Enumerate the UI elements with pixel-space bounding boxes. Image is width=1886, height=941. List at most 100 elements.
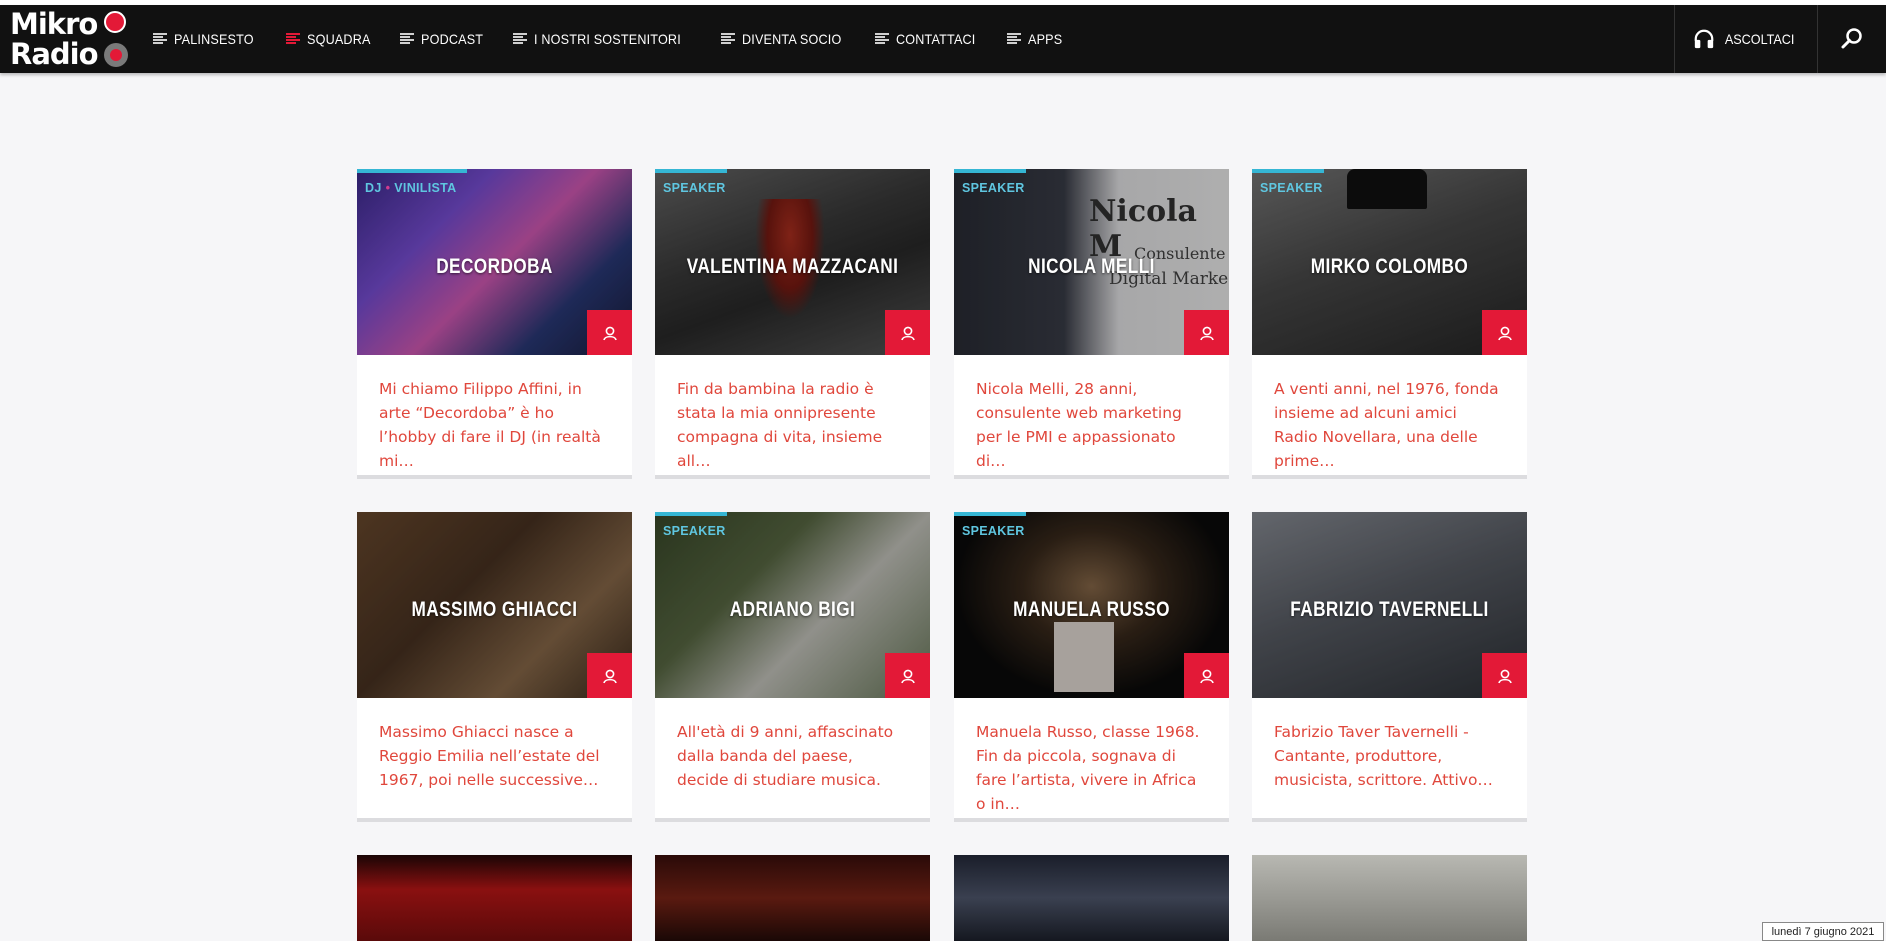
- menu-lines-icon: [513, 33, 528, 45]
- headphones-icon: [1695, 29, 1714, 49]
- tag-bar: [655, 512, 727, 516]
- menu-item-label: PALINSESTO: [174, 31, 254, 47]
- menu-item-label: I NOSTRI SOSTENITORI: [534, 31, 682, 47]
- profile-button[interactable]: [1482, 310, 1527, 355]
- card-photo[interactable]: FABRIZIO TAVERNELLI: [1252, 512, 1527, 698]
- profile-button[interactable]: [587, 653, 632, 698]
- team-card[interactable]: Nicola M Consulente Digital Marke SPEAKE…: [954, 169, 1229, 479]
- card-title[interactable]: FABRIZIO TAVERNELLI: [1277, 598, 1503, 622]
- team-card[interactable]: DJ • VINILISTA DECORDOBA Mi chiamo Filippo…: [357, 169, 632, 479]
- menu-lines-icon: [285, 33, 300, 45]
- record-icon: [104, 43, 128, 67]
- card-excerpt[interactable]: A venti anni, nel 1976, fonda insieme ad…: [1252, 355, 1527, 475]
- menu-item-squadra[interactable]: SQUADRA: [285, 31, 378, 47]
- profile-button[interactable]: [1184, 653, 1229, 698]
- microphone-icon: [104, 11, 126, 33]
- card-excerpt[interactable]: Fin da bambina la radio è stata la mia o…: [655, 355, 930, 475]
- card-photo[interactable]: [655, 855, 930, 941]
- card-title[interactable]: MANUELA RUSSO: [979, 598, 1205, 622]
- card-category[interactable]: SPEAKER: [962, 181, 1025, 195]
- menu-lines-icon: [1007, 33, 1022, 45]
- user-icon: [602, 326, 617, 340]
- team-card[interactable]: [954, 855, 1229, 941]
- team-card[interactable]: [1252, 855, 1527, 941]
- date-display: lunedì 7 giugno 2021: [1762, 922, 1884, 941]
- listen-label: ASCOLTACI: [1725, 31, 1795, 47]
- card-excerpt[interactable]: Massimo Ghiacci nasce a Reggio Emilia ne…: [357, 698, 632, 818]
- profile-button[interactable]: [1482, 653, 1527, 698]
- card-photo[interactable]: MASSIMO GHIACCI: [357, 512, 632, 698]
- logo-text-top: Mikro: [10, 7, 98, 41]
- card-photo[interactable]: Nicola M Consulente Digital Marke SPEAKE…: [954, 169, 1229, 355]
- user-icon: [1497, 669, 1512, 683]
- tag-bar: [357, 169, 467, 173]
- card-photo[interactable]: [954, 855, 1229, 941]
- team-card[interactable]: MASSIMO GHIACCI Massimo Ghiacci nasce a …: [357, 512, 632, 822]
- card-excerpt[interactable]: Manuela Russo, classe 1968. Fin da picco…: [954, 698, 1229, 818]
- card-title[interactable]: MIRKO COLOMBO: [1277, 255, 1503, 279]
- team-card[interactable]: SPEAKER ADRIANO BIGI All'età di 9 anni, …: [655, 512, 930, 822]
- menu-item-podcast[interactable]: PODCAST: [400, 31, 490, 47]
- card-title[interactable]: ADRIANO BIGI: [680, 598, 906, 622]
- card-category[interactable]: SPEAKER: [962, 524, 1025, 538]
- profile-button[interactable]: [1184, 310, 1229, 355]
- team-card[interactable]: [357, 855, 632, 941]
- card-excerpt[interactable]: Mi chiamo Filippo Affini, in arte “Decor…: [357, 355, 632, 475]
- card-photo[interactable]: SPEAKER ADRIANO BIGI: [655, 512, 930, 698]
- menu-item-palinsesto[interactable]: PALINSESTO: [153, 31, 263, 47]
- card-title[interactable]: VALENTINA MAZZACANI: [680, 255, 906, 279]
- tag-bar: [655, 169, 727, 173]
- card-photo[interactable]: [1252, 855, 1527, 941]
- user-icon: [1199, 326, 1214, 340]
- user-icon: [1199, 669, 1214, 683]
- menu-lines-icon: [400, 33, 415, 45]
- card-photo[interactable]: [357, 855, 632, 941]
- card-photo[interactable]: SPEAKER VALENTINA MAZZACANI: [655, 169, 930, 355]
- listen-button[interactable]: ASCOLTACI: [1674, 5, 1818, 73]
- card-category[interactable]: SPEAKER: [663, 524, 726, 538]
- team-card[interactable]: SPEAKER MANUELA RUSSO Manuela Russo, cla…: [954, 512, 1229, 822]
- tag-bar: [1252, 169, 1324, 173]
- card-category[interactable]: SPEAKER: [663, 181, 726, 195]
- profile-button[interactable]: [885, 310, 930, 355]
- menu-item-diventa-socio[interactable]: DIVENTA SOCIO: [720, 31, 852, 47]
- menu-lines-icon: [875, 33, 890, 45]
- menu-item-contattaci[interactable]: CONTATTACI: [875, 31, 984, 47]
- logo-text-bottom: Radio: [10, 37, 99, 71]
- main-navbar: Mikro Radio PALINSESTO SQUADRA PODCAST I…: [0, 5, 1886, 73]
- card-excerpt[interactable]: Fabrizio Taver Tavernelli - Cantante, pr…: [1252, 698, 1527, 818]
- card-title[interactable]: NICOLA MELLI: [979, 255, 1205, 279]
- user-icon: [900, 669, 915, 683]
- team-card[interactable]: SPEAKER VALENTINA MAZZACANI Fin da bambi…: [655, 169, 930, 479]
- menu-item-label: CONTATTACI: [896, 31, 976, 47]
- menu-item-label: SQUADRA: [306, 31, 371, 47]
- card-photo[interactable]: SPEAKER MANUELA RUSSO: [954, 512, 1229, 698]
- card-title[interactable]: DECORDOBA: [382, 255, 608, 279]
- card-category[interactable]: DJ • VINILISTA: [365, 181, 456, 195]
- card-excerpt[interactable]: All'età di 9 anni, affascinato dalla ban…: [655, 698, 930, 818]
- card-title[interactable]: MASSIMO GHIACCI: [382, 598, 608, 622]
- user-icon: [900, 326, 915, 340]
- main-menu: PALINSESTO SQUADRA PODCAST I NOSTRI SOST…: [153, 5, 1090, 73]
- card-excerpt[interactable]: Nicola Melli, 28 anni, consulente web ma…: [954, 355, 1229, 475]
- menu-item-label: APPS: [1028, 31, 1063, 47]
- card-photo[interactable]: DJ • VINILISTA DECORDOBA: [357, 169, 632, 355]
- site-logo[interactable]: Mikro Radio: [8, 7, 128, 71]
- search-button[interactable]: [1817, 5, 1886, 73]
- tag-bar: [954, 512, 1026, 516]
- menu-lines-icon: [720, 33, 735, 45]
- team-card[interactable]: SPEAKER MIRKO COLOMBO A venti anni, nel …: [1252, 169, 1527, 479]
- menu-item-label: DIVENTA SOCIO: [741, 31, 841, 47]
- user-icon: [1497, 326, 1512, 340]
- menu-item-apps[interactable]: APPS: [1007, 31, 1066, 47]
- team-card[interactable]: FABRIZIO TAVERNELLI Fabrizio Taver Taver…: [1252, 512, 1527, 822]
- profile-button[interactable]: [587, 310, 632, 355]
- menu-item-sostenitori[interactable]: I NOSTRI SOSTENITORI: [513, 31, 697, 47]
- card-category[interactable]: SPEAKER: [1260, 181, 1323, 195]
- menu-item-label: PODCAST: [421, 31, 484, 47]
- menu-lines-icon: [153, 33, 167, 45]
- profile-button[interactable]: [885, 653, 930, 698]
- team-card[interactable]: [655, 855, 930, 941]
- search-icon: [1841, 28, 1862, 49]
- card-photo[interactable]: SPEAKER MIRKO COLOMBO: [1252, 169, 1527, 355]
